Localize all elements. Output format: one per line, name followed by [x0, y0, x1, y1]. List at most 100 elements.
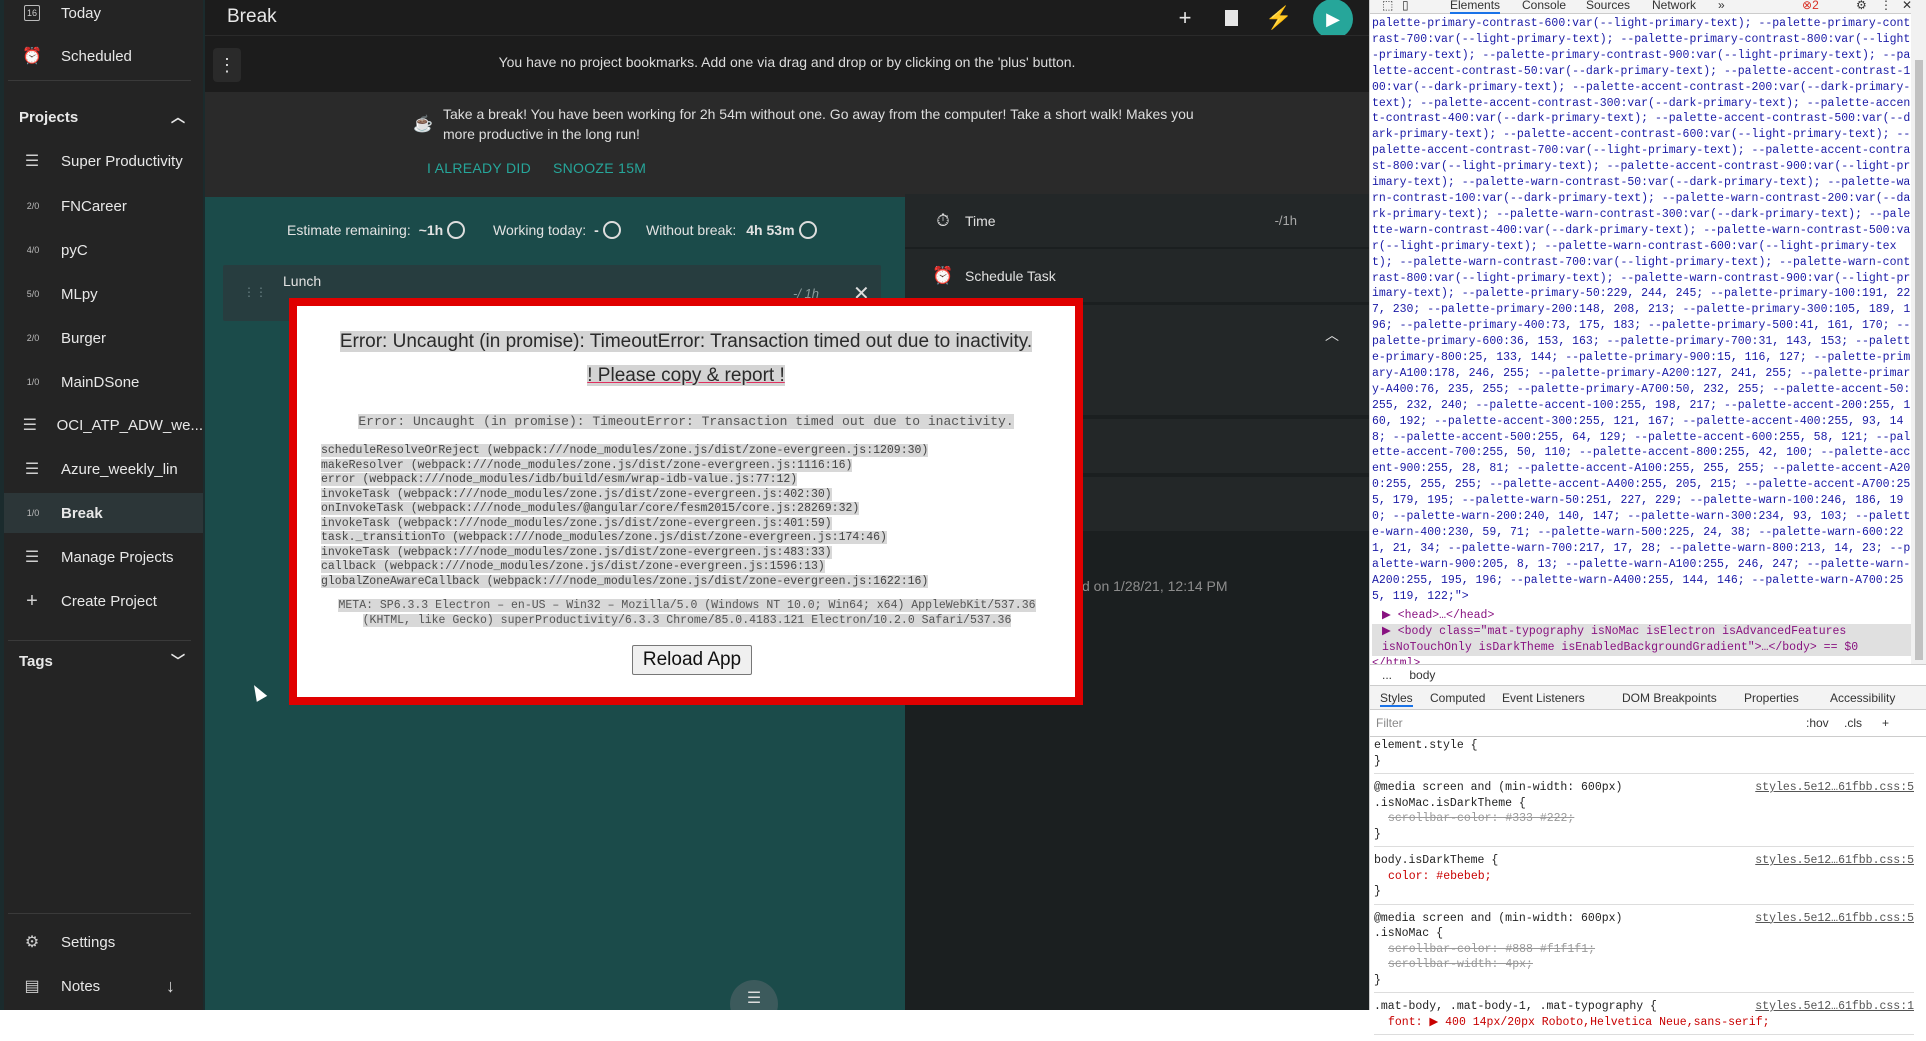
- rule-declaration[interactable]: scrollbar-width: 4px;: [1374, 957, 1914, 973]
- stack-line: onInvokeTask (webpack:///node_modules/@a…: [321, 502, 860, 515]
- tab-sources[interactable]: Sources: [1586, 0, 1630, 12]
- report-prompt: ! Please copy & report !: [297, 365, 1075, 387]
- rule-source-link[interactable]: styles.5e12…61fbb.css:5: [1755, 853, 1914, 869]
- task-title[interactable]: Lunch: [283, 273, 321, 289]
- error-title: Error: Uncaught (in promise): TimeoutErr…: [297, 331, 1075, 353]
- manage-projects-item[interactable]: ☰ Manage Projects: [4, 537, 203, 577]
- head-node[interactable]: ▶ <head>…</head>: [1372, 608, 1912, 624]
- task-count-badge: 1/0: [26, 508, 40, 518]
- schedule-task-row[interactable]: ⏰ Schedule Task: [905, 249, 1369, 303]
- meta-text: META: SP6.3.3 Electron – en-US – Win32 –…: [338, 599, 1036, 627]
- breadcrumb-ellipsis[interactable]: ...: [1382, 668, 1392, 682]
- tab-properties[interactable]: Properties: [1744, 691, 1799, 705]
- tab-computed[interactable]: Computed: [1430, 691, 1485, 705]
- tab-network[interactable]: Network: [1652, 0, 1696, 12]
- task-count-badge: 4/0: [26, 245, 40, 255]
- create-project-item[interactable]: + Create Project: [4, 581, 203, 621]
- page-title: Break: [227, 6, 277, 27]
- projects-header[interactable]: Projects ︿: [4, 97, 203, 137]
- tab-dom-breakpoints[interactable]: DOM Breakpoints: [1622, 691, 1717, 705]
- sidebar-item-project[interactable]: 5/0 MLpy: [4, 274, 203, 314]
- without-break-stat: Without break: 4h 53m: [646, 221, 817, 239]
- chevron-down-icon: ﹀: [171, 653, 185, 669]
- rule-declaration[interactable]: scrollbar-color: #333 #222;: [1374, 811, 1914, 827]
- rule-source-link[interactable]: styles.5e12…61fbb.css:5: [1755, 780, 1914, 796]
- already-did-button[interactable]: I ALREADY DID: [427, 160, 531, 176]
- inspect-icon[interactable]: ⬚: [1382, 0, 1393, 12]
- time-row[interactable]: ⏱ Time -/1h: [905, 194, 1369, 248]
- estimate-remaining-stat: Estimate remaining: ~1h: [287, 221, 466, 239]
- gear-icon[interactable]: ⚙: [1856, 0, 1867, 12]
- chevron-up-icon[interactable]: ︿: [1325, 325, 1339, 345]
- sidebar-item-project[interactable]: 4/0 pyC: [4, 230, 203, 270]
- lightning-button[interactable]: ⚡: [1265, 4, 1293, 32]
- rule-declaration[interactable]: font: ▶ 400 14px/20px Roboto,Helvetica N…: [1374, 1015, 1914, 1031]
- sidebar-item-project[interactable]: ☰ OCI_ATP_ADW_we...: [4, 405, 203, 445]
- settings-item[interactable]: ⚙ Settings: [4, 922, 203, 962]
- sidebar-item-scheduled[interactable]: ⏰ Scheduled: [4, 36, 203, 76]
- cls-toggle[interactable]: .cls: [1844, 716, 1862, 730]
- snooze-button[interactable]: SNOOZE 15M: [553, 160, 646, 176]
- chevron-up-icon: ︿: [171, 109, 185, 125]
- work-stats-bar: Estimate remaining: ~1h Working today: -…: [205, 197, 905, 267]
- html-source-css-vars[interactable]: palette-primary-contrast-600:var(--light…: [1372, 16, 1912, 605]
- more-vert-icon[interactable]: ⋮: [1880, 0, 1892, 12]
- tab-more[interactable]: »: [1718, 0, 1725, 12]
- arrow-down-icon[interactable]: ↓: [166, 976, 175, 997]
- error-count-badge[interactable]: ⊗2: [1802, 0, 1819, 12]
- plus-icon: +: [26, 589, 38, 612]
- tab-accessibility[interactable]: Accessibility: [1830, 691, 1895, 705]
- divider: [8, 80, 191, 81]
- style-rule[interactable]: styles.5e12…61fbb.css:5 body.isDarkTheme…: [1374, 853, 1914, 905]
- new-rule-icon[interactable]: +: [1882, 716, 1889, 730]
- sidebar-item-project[interactable]: ☰ Azure_weekly_lin: [4, 449, 203, 489]
- sidebar-item-label: MLpy: [61, 285, 98, 303]
- timer-icon: [798, 221, 817, 239]
- rule-declaration[interactable]: scrollbar-color: #888 #f1f1f1;: [1374, 942, 1914, 958]
- sidebar-item-project[interactable]: 2/0 Burger: [4, 318, 203, 358]
- scrollbar-thumb[interactable]: [1915, 60, 1923, 660]
- tab-styles[interactable]: Styles: [1380, 691, 1413, 707]
- time-label: Time: [965, 212, 996, 229]
- error-message-text: Error: Uncaught (in promise): TimeoutErr…: [358, 414, 1014, 429]
- notes-item[interactable]: ▤ Notes ↓: [4, 966, 203, 1006]
- device-toolbar-icon[interactable]: ▯: [1402, 0, 1409, 12]
- tab-elements[interactable]: Elements: [1450, 0, 1501, 14]
- sidebar-item-today[interactable]: 16 Today: [4, 0, 203, 33]
- sidebar: 16 Today ⏰ Scheduled Projects ︿ ☰ Super …: [4, 0, 203, 1010]
- working-today-stat: Working today: -: [493, 221, 621, 239]
- drag-handle-icon[interactable]: ⋮⋮: [243, 285, 267, 299]
- tags-header-label: Tags: [19, 652, 53, 670]
- play-button[interactable]: ▶: [1313, 0, 1353, 39]
- tags-header[interactable]: Tags ﹀: [4, 641, 203, 681]
- body-node[interactable]: ▶ <body class="mat-typography isNoMac is…: [1372, 624, 1912, 656]
- rule-source-link[interactable]: styles.5e12…61fbb.css:1: [1755, 999, 1914, 1015]
- rule-declaration[interactable]: color: #ebebeb;: [1374, 869, 1914, 885]
- bookmark-button[interactable]: [1217, 4, 1245, 32]
- schedule-label: Schedule Task: [965, 267, 1056, 284]
- tab-console[interactable]: Console: [1522, 0, 1566, 12]
- sidebar-item-project[interactable]: 1/0 MainDSone: [4, 362, 203, 402]
- note-icon: ▤: [24, 978, 40, 995]
- style-rule[interactable]: styles.5e12…61fbb.css:5 @media screen an…: [1374, 780, 1914, 847]
- sidebar-item-project-active[interactable]: 1/0 Break: [4, 493, 203, 533]
- bookmarks-message: You have no project bookmarks. Add one v…: [498, 54, 1076, 70]
- sidebar-item-label: Scheduled: [61, 47, 132, 65]
- style-rule[interactable]: styles.5e12…61fbb.css:1 .mat-body, .mat-…: [1374, 999, 1914, 1035]
- sidebar-item-project[interactable]: ☰ Super Productivity: [4, 141, 203, 181]
- sidebar-item-project[interactable]: 2/0 FNCareer: [4, 186, 203, 226]
- filter-input[interactable]: Filter: [1376, 716, 1403, 730]
- created-date: d on 1/28/21, 12:14 PM: [1082, 578, 1228, 594]
- dom-tree-body: ▶ <head>…</head> ▶ <body class="mat-typo…: [1372, 608, 1912, 672]
- tab-event-listeners[interactable]: Event Listeners: [1502, 691, 1585, 705]
- list-icon: ☰: [22, 417, 37, 434]
- hov-toggle[interactable]: :hov: [1806, 716, 1829, 730]
- style-rule[interactable]: styles.5e12…61fbb.css:5 @media screen an…: [1374, 911, 1914, 993]
- reload-app-button[interactable]: Reload App: [632, 645, 752, 675]
- add-button[interactable]: +: [1171, 4, 1199, 32]
- scrollbar[interactable]: [1911, 0, 1926, 664]
- breadcrumb-item[interactable]: body: [1409, 668, 1435, 682]
- task-count-badge: 5/0: [26, 289, 40, 299]
- rule-source-link[interactable]: styles.5e12…61fbb.css:5: [1755, 911, 1914, 927]
- style-rule[interactable]: element.style { }: [1374, 738, 1914, 774]
